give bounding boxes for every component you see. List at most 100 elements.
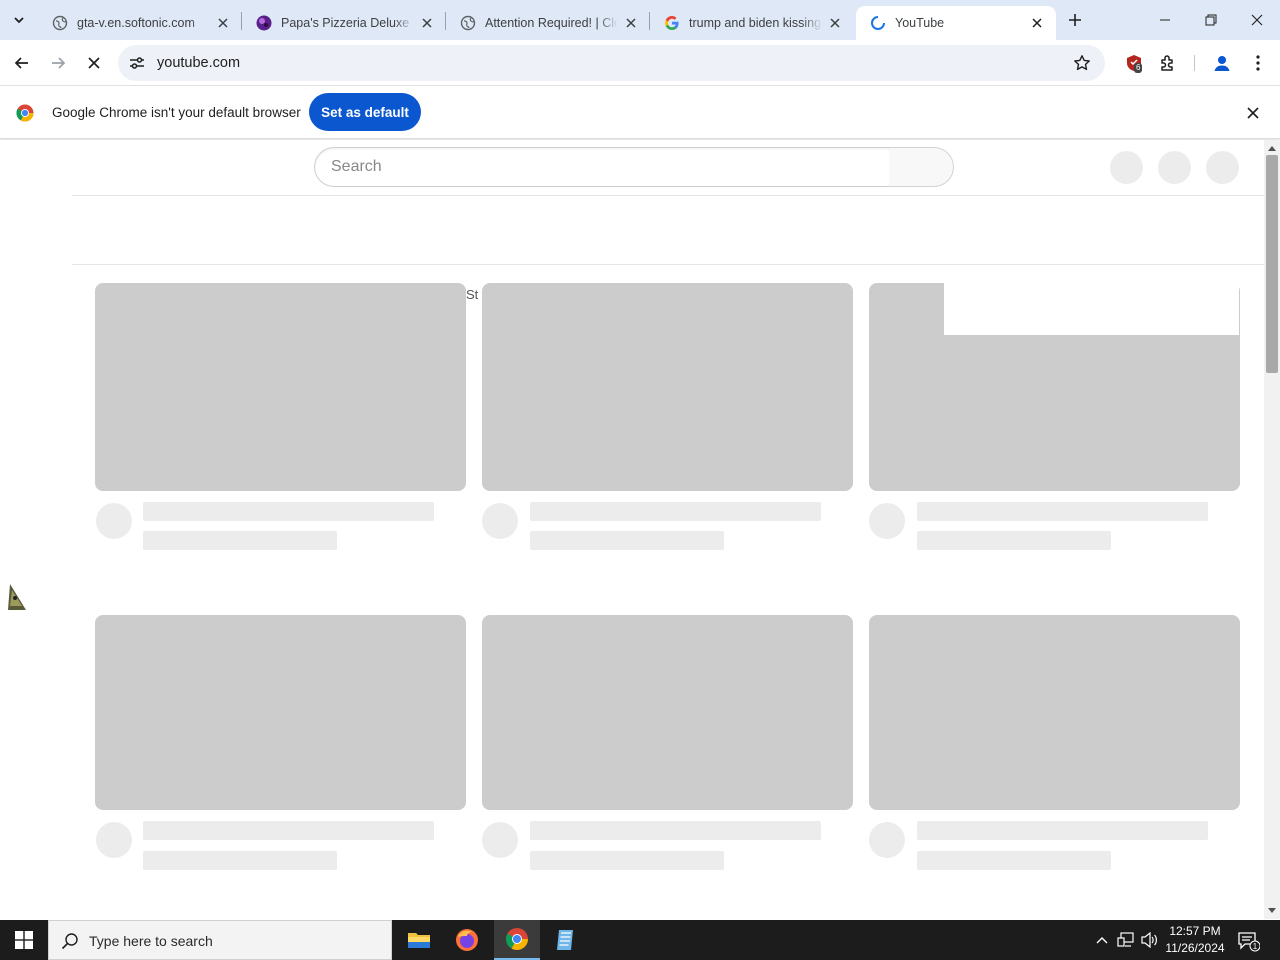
google-icon <box>665 16 679 30</box>
chrome-logo-icon <box>16 104 34 122</box>
close-icon[interactable] <box>418 14 436 32</box>
close-icon[interactable] <box>1028 14 1046 32</box>
channel-avatar-placeholder <box>96 503 132 539</box>
taskbar-search-box[interactable]: Type here to search <box>48 920 392 960</box>
default-browser-infobar: Google Chrome isn't your default browser… <box>0 87 1280 139</box>
video-thumbnail-placeholder[interactable] <box>95 283 466 491</box>
chevron-up-icon <box>1096 937 1108 944</box>
search-button[interactable] <box>890 147 954 187</box>
notepad-app-icon <box>557 930 573 950</box>
channel-avatar-placeholder <box>482 822 518 858</box>
title-placeholder <box>917 821 1208 840</box>
thumbnail-render-gap <box>944 283 1239 335</box>
taskbar-file-explorer[interactable] <box>396 920 442 960</box>
tab-title: Attention Required! | Clo <box>485 16 618 30</box>
page-scrollbar[interactable] <box>1264 140 1280 919</box>
taskbar-search-placeholder: Type here to search <box>89 933 213 949</box>
meta-placeholder <box>143 851 337 870</box>
network-button[interactable] <box>1116 930 1136 950</box>
plus-icon <box>1069 14 1081 26</box>
taskbar-firefox[interactable] <box>444 920 490 960</box>
windows-logo-icon <box>15 931 33 949</box>
header-divider <box>72 195 1264 196</box>
action-center-button[interactable]: 1 <box>1236 929 1260 953</box>
scroll-up-icon[interactable] <box>1268 145 1276 151</box>
restore-icon <box>1205 14 1217 26</box>
minimize-button[interactable] <box>1142 0 1188 40</box>
arrow-left-icon <box>14 57 28 69</box>
clock-time: 12:57 PM <box>1169 924 1221 938</box>
speaker-icon <box>1141 932 1157 948</box>
bookmark-star-icon[interactable] <box>1073 54 1091 72</box>
back-button[interactable] <box>8 49 36 77</box>
volume-button[interactable] <box>1140 930 1160 950</box>
close-icon[interactable] <box>622 14 640 32</box>
avatar-icon <box>1214 56 1230 71</box>
purple-game-icon <box>256 15 272 31</box>
extension-badge: 6 <box>1134 63 1143 73</box>
search-input[interactable]: Search <box>314 147 891 187</box>
tab-title: gta-v.en.softonic.com <box>77 16 195 30</box>
close-icon[interactable] <box>214 14 232 32</box>
channel-avatar-placeholder <box>869 822 905 858</box>
taskbar-notepad-app[interactable] <box>542 920 588 960</box>
video-thumbnail-placeholder[interactable] <box>482 283 853 491</box>
title-placeholder <box>143 502 434 521</box>
extensions-menu-button[interactable] <box>1156 51 1180 75</box>
chevron-down-icon <box>14 17 24 24</box>
new-tab-button[interactable] <box>1064 9 1086 31</box>
stop-loading-button[interactable] <box>80 49 108 77</box>
restore-button[interactable] <box>1188 0 1234 40</box>
scroll-down-icon[interactable] <box>1268 908 1276 914</box>
minimize-icon <box>1160 19 1170 21</box>
header-placeholder-circle <box>1158 151 1191 184</box>
forward-button[interactable] <box>44 49 72 77</box>
chrome-icon <box>506 928 528 950</box>
video-thumbnail-placeholder[interactable] <box>482 615 853 810</box>
set-as-default-button[interactable]: Set as default <box>309 93 421 131</box>
notification-icon: 1 <box>1238 932 1260 952</box>
video-thumbnail-placeholder[interactable] <box>869 615 1240 810</box>
loading-spinner-icon <box>871 15 886 30</box>
tab-search-button[interactable] <box>6 7 32 33</box>
address-bar[interactable]: youtube.com <box>118 45 1105 81</box>
title-placeholder <box>530 502 821 521</box>
site-settings-icon[interactable] <box>128 54 146 72</box>
chrome-menu-button[interactable] <box>1246 51 1270 75</box>
tab-softonic[interactable]: gta-v.en.softonic.com <box>38 6 242 40</box>
taskbar-chrome[interactable] <box>494 920 540 960</box>
meta-placeholder <box>917 531 1111 550</box>
toolbar-divider <box>1194 55 1195 71</box>
header-placeholder-circle <box>1206 151 1239 184</box>
channel-avatar-placeholder <box>96 822 132 858</box>
meta-placeholder <box>917 851 1111 870</box>
scrollbar-thumb[interactable] <box>1266 155 1278 373</box>
close-icon[interactable] <box>826 14 844 32</box>
leaked-text: St <box>466 287 479 302</box>
extension-button[interactable]: 6 <box>1122 51 1146 75</box>
close-icon <box>1251 14 1263 26</box>
taskbar-clock[interactable]: 12:57 PM 11/26/2024 <box>1160 923 1230 957</box>
close-icon[interactable] <box>1245 105 1261 121</box>
meta-placeholder <box>530 851 724 870</box>
video-thumbnail-placeholder[interactable] <box>95 615 466 810</box>
header-placeholder-circle <box>1110 151 1143 184</box>
file-explorer-icon <box>408 933 430 948</box>
more-vertical-icon <box>1256 55 1260 71</box>
tab-google-search[interactable]: trump and biden kissing <box>650 6 854 40</box>
arrow-right-icon <box>52 57 66 69</box>
address-url[interactable]: youtube.com <box>157 55 240 71</box>
profile-button[interactable] <box>1210 51 1234 75</box>
tab-youtube[interactable]: YouTube <box>856 6 1056 40</box>
tab-attention-required[interactable]: Attention Required! | Clo <box>446 6 650 40</box>
firefox-icon <box>456 929 478 951</box>
globe-icon <box>460 15 476 31</box>
start-button[interactable] <box>0 920 48 960</box>
tab-papas-pizzeria[interactable]: Papa's Pizzeria Deluxe Fr <box>242 6 446 40</box>
search-icon <box>61 933 78 950</box>
puzzle-icon <box>1161 55 1173 71</box>
cursor-mascot-icon <box>8 584 26 610</box>
close-window-button[interactable] <box>1234 0 1280 40</box>
chips-divider <box>72 264 1264 265</box>
show-hidden-icons-button[interactable] <box>1092 930 1112 950</box>
